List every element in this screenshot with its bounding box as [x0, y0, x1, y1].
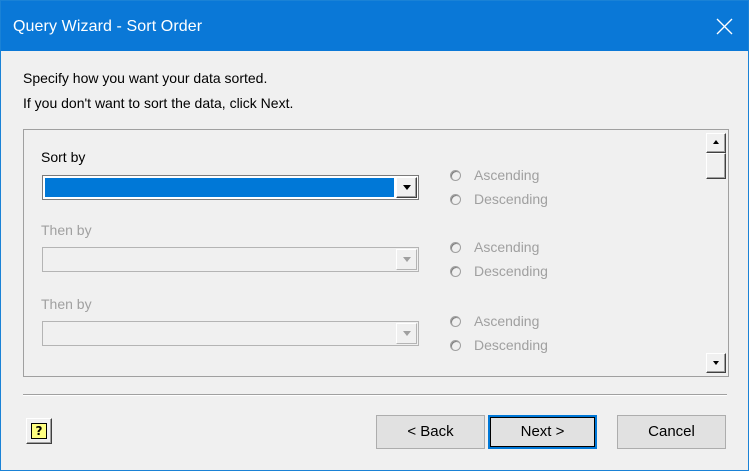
scroll-thumb[interactable] — [706, 153, 726, 179]
radio-label: Descending — [474, 191, 548, 207]
window-title: Query Wizard - Sort Order — [13, 18, 203, 35]
instruction-line-1: Specify how you want your data sorted. — [23, 70, 268, 86]
then-by-dropdown-2[interactable] — [42, 321, 419, 346]
query-wizard-window: Query Wizard - Sort Order Specify how yo… — [0, 0, 749, 471]
sort-panel: Sort by Ascending Descending Then by Asc… — [23, 129, 729, 377]
instruction-line-2: If you don't want to sort the data, clic… — [23, 95, 294, 111]
sort-by-dropdown[interactable] — [42, 175, 419, 200]
back-button[interactable]: < Back — [376, 415, 485, 449]
scroll-up-button[interactable] — [706, 133, 726, 153]
radio-circle — [450, 170, 461, 181]
radio-label: Ascending — [474, 313, 540, 329]
sort-by-label: Sort by — [41, 149, 86, 165]
next-button[interactable]: Next > — [488, 415, 597, 449]
divider — [23, 394, 727, 396]
radio-circle — [450, 340, 461, 351]
radio-label: Ascending — [474, 167, 540, 183]
radio-label: Descending — [474, 337, 548, 353]
chevron-down-icon[interactable] — [396, 249, 417, 270]
chevron-down-icon[interactable] — [396, 177, 417, 198]
radio-label: Ascending — [474, 239, 540, 255]
radio-label: Descending — [474, 263, 548, 279]
help-button[interactable]: ? — [26, 418, 52, 444]
cancel-button[interactable]: Cancel — [617, 415, 726, 449]
then-by-label-1: Then by — [41, 222, 92, 238]
sort-by-selection — [45, 178, 394, 197]
then-by-dropdown-1[interactable] — [42, 247, 419, 272]
close-button[interactable] — [702, 1, 748, 51]
help-icon: ? — [31, 423, 47, 439]
radio-circle — [450, 266, 461, 277]
vertical-scrollbar[interactable] — [706, 133, 726, 374]
then-by-label-2: Then by — [41, 296, 92, 312]
radio-circle — [450, 316, 461, 327]
radio-circle — [450, 194, 461, 205]
chevron-down-icon[interactable] — [396, 323, 417, 344]
close-icon — [716, 18, 733, 35]
scroll-down-button[interactable] — [706, 353, 726, 373]
title-bar[interactable]: Query Wizard - Sort Order — [1, 1, 748, 51]
radio-circle — [450, 242, 461, 253]
